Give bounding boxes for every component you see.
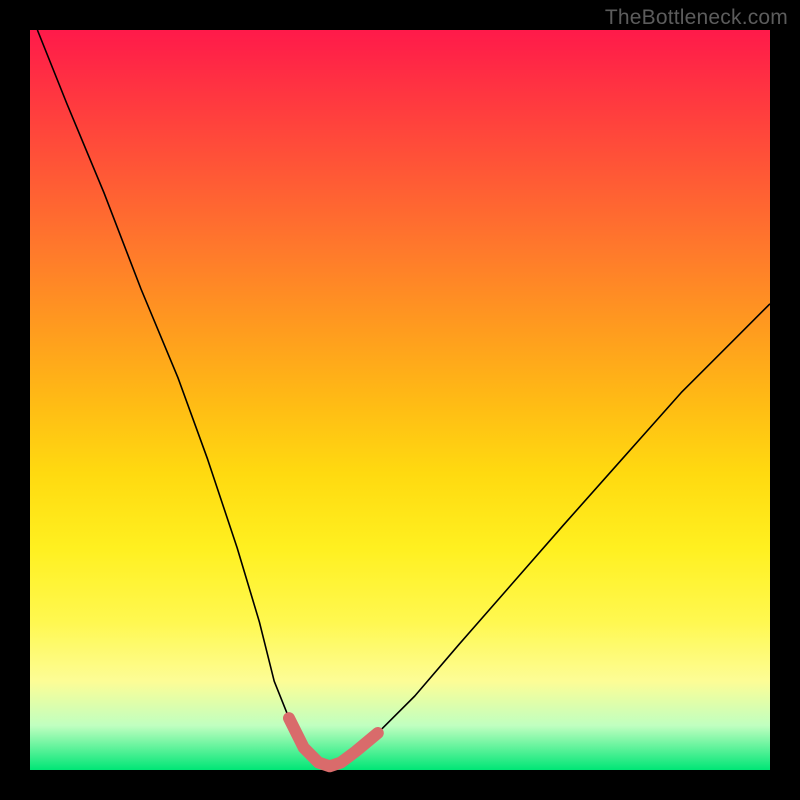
watermark-text: TheBottleneck.com <box>605 6 788 30</box>
bottleneck-marker <box>289 718 378 766</box>
chart-frame: TheBottleneck.com <box>0 0 800 800</box>
curve-layer <box>30 30 770 770</box>
plot-area <box>30 30 770 770</box>
bottleneck-curve <box>37 30 770 766</box>
